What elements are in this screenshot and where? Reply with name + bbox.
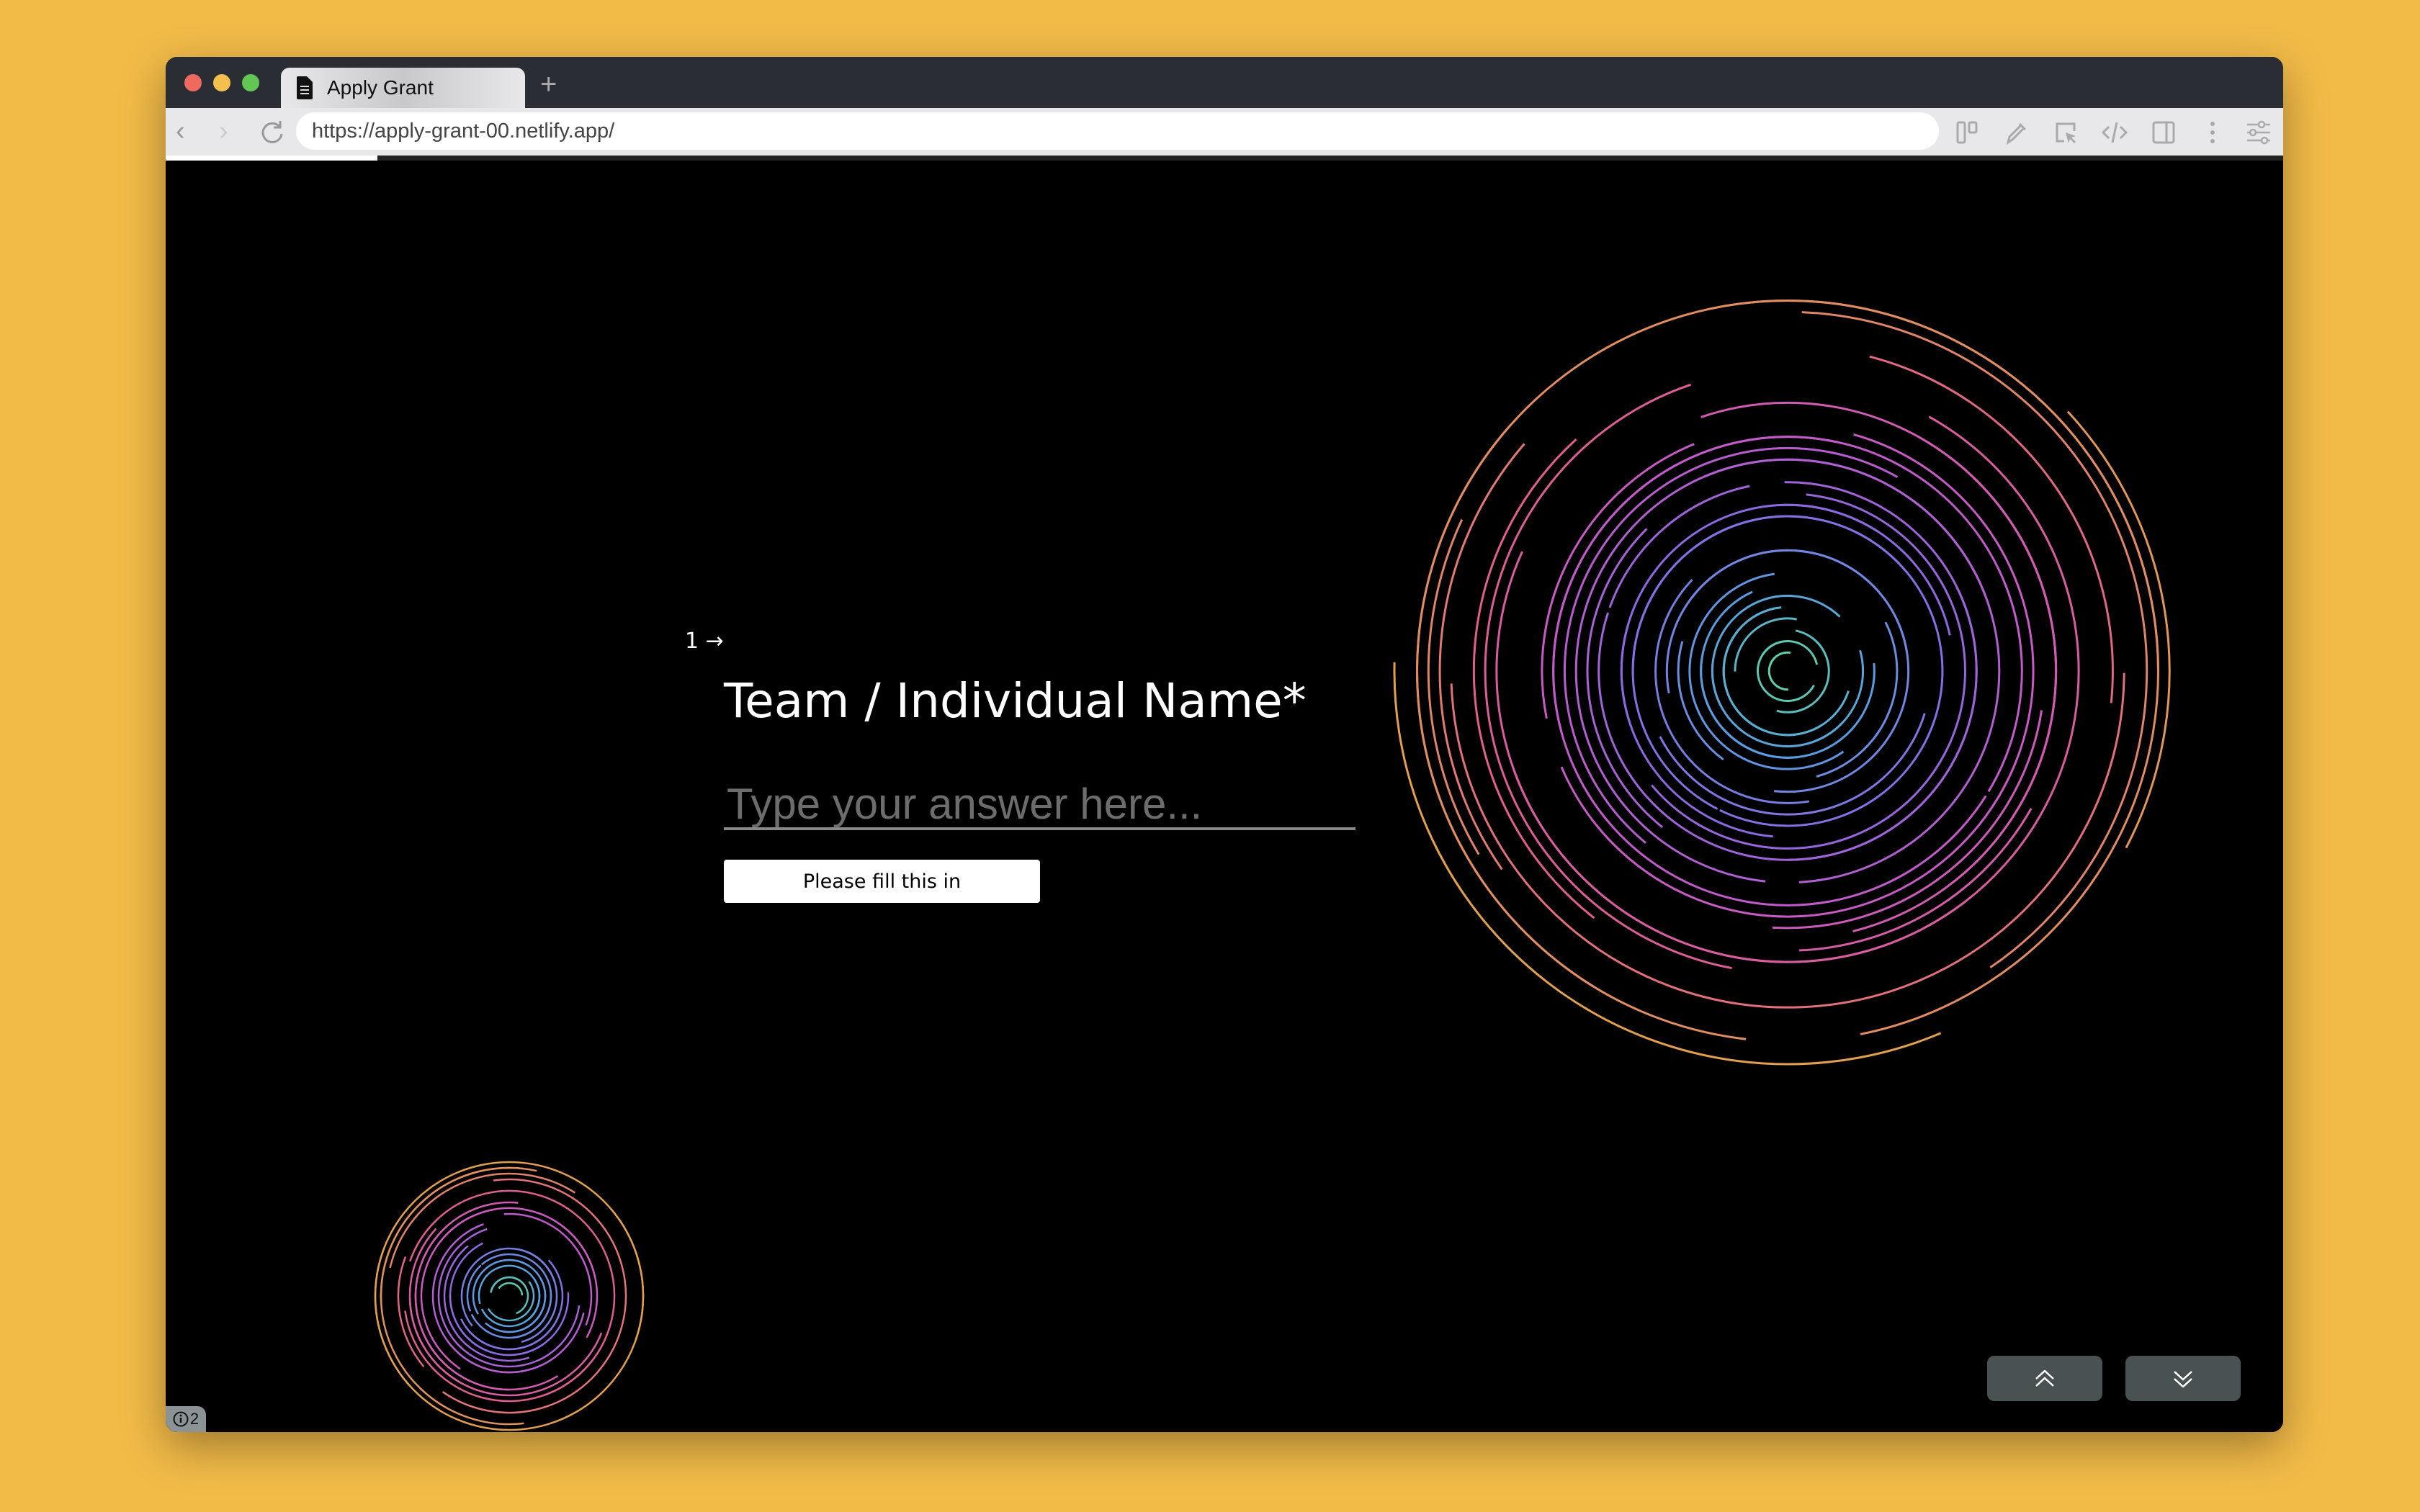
ring-arc (1767, 656, 1789, 691)
tab-title: Apply Grant (327, 76, 434, 99)
browser-toolbar: ‹ › https://apply-grant-00.netlify.app/ (166, 108, 2283, 156)
minimize-window-button[interactable] (213, 74, 230, 91)
validation-message: Please fill this in (724, 860, 1040, 903)
maximize-window-button[interactable] (242, 74, 259, 91)
eyedropper-icon[interactable] (2002, 118, 2031, 147)
info-badge[interactable]: 2 (166, 1406, 206, 1432)
ring-arc (1711, 299, 2160, 1035)
title-bar: Apply Grant + (166, 57, 2283, 108)
ring-arc (1427, 518, 1480, 855)
ring-arc (1773, 549, 1910, 793)
ring-arc (2066, 410, 2171, 849)
previous-question-button[interactable] (1987, 1356, 2102, 1401)
form-progress-bar (166, 156, 2283, 161)
ring-arc (1620, 503, 1880, 722)
more-vertical-icon[interactable] (2198, 118, 2227, 147)
ring-arc (1574, 458, 1987, 883)
ring-arc (498, 1259, 547, 1333)
tab-layout-icon[interactable] (1953, 118, 1982, 147)
ring-arc (1393, 662, 1942, 1066)
ring-arc (437, 1228, 581, 1368)
ring-arc (490, 1276, 526, 1293)
next-question-button[interactable] (2125, 1356, 2241, 1401)
ring-arc (1799, 808, 2033, 952)
code-icon[interactable] (2100, 118, 2129, 147)
ring-arc (380, 1166, 537, 1426)
close-window-button[interactable] (184, 74, 202, 91)
ring-arc (1651, 493, 1966, 850)
form-page: 1 → Team / Individual Name* Please fill … (166, 161, 2283, 1432)
ring-arc (1704, 458, 2001, 883)
sliders-icon[interactable] (2244, 118, 2273, 147)
ring-arc (408, 1189, 616, 1397)
reload-icon[interactable] (258, 118, 287, 147)
ring-arc (1693, 515, 1944, 827)
sidebar-icon[interactable] (2149, 118, 2178, 147)
ring-arc (1484, 383, 1732, 970)
ring-arc (1780, 503, 1951, 636)
ring-arc (1597, 587, 1978, 861)
select-element-icon[interactable] (2051, 118, 2080, 147)
answer-input[interactable] (724, 780, 1355, 830)
ring-arc (478, 1264, 541, 1320)
ring-arc (1700, 590, 1798, 759)
ring-arc (1631, 515, 1906, 675)
info-count: 2 (189, 1410, 200, 1428)
browser-tab[interactable]: Apply Grant (281, 68, 525, 108)
arrow-right-icon: → (705, 629, 724, 654)
ring-arc (1711, 594, 1841, 708)
ring-arc (1690, 549, 1908, 652)
info-icon (173, 1411, 189, 1427)
ring-arc (374, 1207, 645, 1431)
ring-arc (1784, 481, 1978, 861)
ring-arc (1438, 443, 1525, 870)
ring-arc (498, 1282, 524, 1296)
url-text: https://apply-grant-00.netlify.app/ (312, 119, 615, 143)
question-number-text: 1 (685, 629, 699, 654)
ring-arc (389, 1172, 576, 1269)
chevrons-up-icon (2035, 1369, 2054, 1387)
document-icon (297, 76, 313, 99)
new-tab-button[interactable]: + (540, 70, 557, 99)
form-progress-fill (166, 156, 377, 161)
forward-icon[interactable]: › (219, 117, 228, 145)
browser-window: Apply Grant + ‹ › https://apply-grant-00… (166, 57, 2283, 1432)
address-bar[interactable]: https://apply-grant-00.netlify.app/ (296, 112, 1939, 150)
chevrons-down-icon (2174, 1370, 2192, 1387)
back-icon[interactable]: ‹ (176, 117, 185, 145)
ring-arc (1564, 446, 1899, 844)
ring-arc (1734, 617, 1797, 672)
question-title: Team / Individual Name* (724, 673, 1307, 729)
ring-arc (374, 1161, 645, 1387)
ring-arc (1700, 401, 2058, 932)
question-number: 1 → (685, 629, 724, 654)
ring-arc (460, 1259, 564, 1351)
